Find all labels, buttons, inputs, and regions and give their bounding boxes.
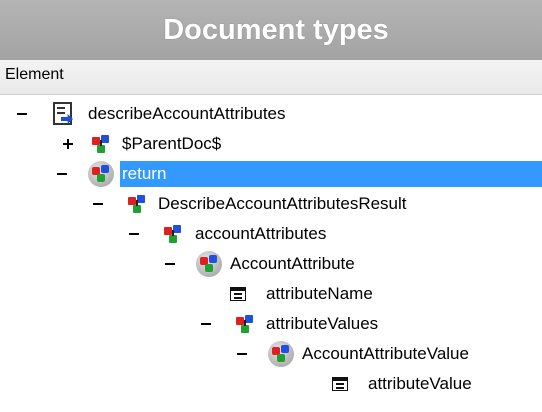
tree-row-return[interactable]: return	[0, 160, 542, 188]
column-header-element[interactable]: Element	[0, 60, 542, 95]
element-cluster-icon	[128, 195, 146, 213]
attribute-icon	[230, 287, 246, 301]
tree-row-accountattributes[interactable]: accountAttributes	[0, 220, 542, 248]
tree-item-label: return	[122, 164, 167, 183]
collapse-toggle-icon[interactable]	[56, 168, 68, 180]
tree-row-accountattributevalue[interactable]: AccountAttributeValue	[0, 340, 542, 368]
column-header-label: Element	[5, 66, 64, 83]
element-cluster-icon	[236, 315, 254, 333]
tree-item-label: AccountAttribute	[230, 254, 355, 273]
collapse-toggle-icon[interactable]	[128, 228, 140, 240]
tree-item-label: attributeName	[266, 284, 373, 303]
collapse-toggle-icon[interactable]	[200, 318, 212, 330]
element-cluster-icon	[92, 135, 110, 153]
tree-item-label: accountAttributes	[195, 224, 327, 243]
tree-row-attributevalues[interactable]: attributeValues	[0, 310, 542, 338]
circled-element-icon	[268, 341, 294, 367]
tree-item-label: describeAccountAttributes	[88, 104, 286, 123]
tree-row-describeaccountattributes[interactable]: describeAccountAttributes	[0, 100, 542, 128]
tree-item-label: attributeValues	[266, 314, 379, 333]
collapse-toggle-icon[interactable]	[164, 258, 176, 270]
circled-element-icon	[196, 251, 222, 277]
document-icon	[52, 102, 74, 126]
tree-item-label: attributeValue	[368, 374, 472, 393]
tree-row-parentdoc[interactable]: $ParentDoc$	[0, 130, 542, 158]
document-type-tree: describeAccountAttributes $ParentDoc$ re…	[0, 96, 542, 412]
tree-item-label: DescribeAccountAttributesResult	[158, 194, 407, 213]
expand-toggle-icon[interactable]	[62, 138, 74, 150]
tree-row-describeaccountattributesresult[interactable]: DescribeAccountAttributesResult	[0, 190, 542, 218]
panel-title: Document types	[163, 13, 389, 46]
collapse-toggle-icon[interactable]	[236, 348, 248, 360]
selection-highlight	[120, 161, 542, 187]
tree-item-label: AccountAttributeValue	[302, 344, 469, 363]
element-cluster-icon	[164, 225, 182, 243]
tree-row-attributename[interactable]: attributeName	[0, 280, 542, 308]
title-bar: Document types	[0, 0, 542, 60]
attribute-icon	[332, 377, 348, 391]
tree-row-accountattribute[interactable]: AccountAttribute	[0, 250, 542, 278]
collapse-toggle-icon[interactable]	[16, 108, 28, 120]
tree-item-label: $ParentDoc$	[122, 134, 222, 153]
tree-row-attributevalue[interactable]: attributeValue	[0, 370, 542, 398]
collapse-toggle-icon[interactable]	[92, 198, 104, 210]
circled-element-icon	[88, 161, 114, 187]
